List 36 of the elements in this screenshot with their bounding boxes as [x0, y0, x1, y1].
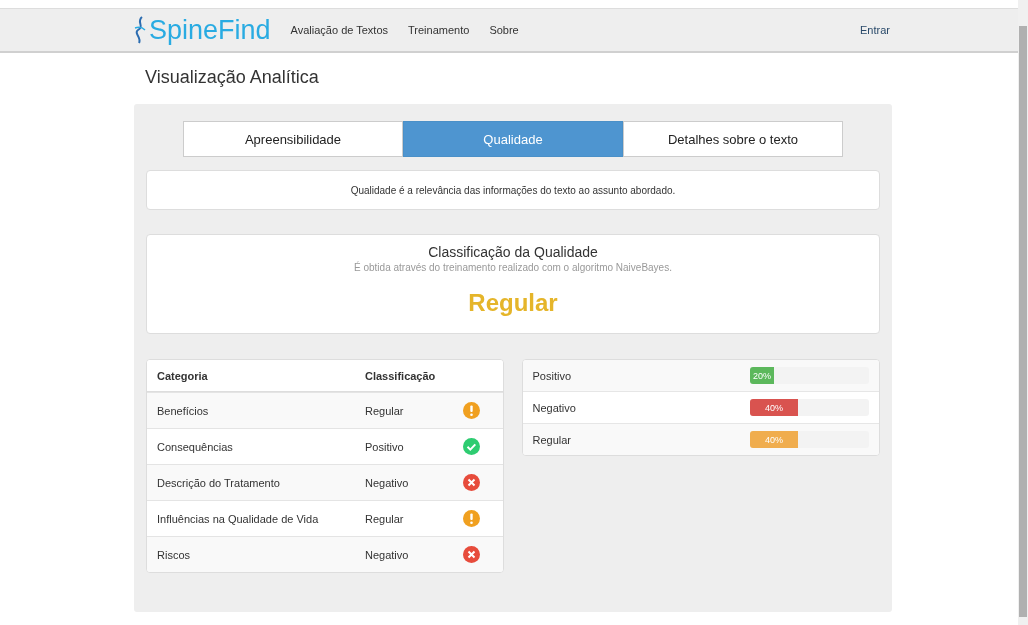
classification-title: Classificação da Qualidade: [428, 244, 598, 260]
table-cell-text: Influências na Qualidade de Vida: [157, 512, 320, 525]
spine-icon: [133, 16, 147, 44]
scrollbar[interactable]: [1018, 0, 1028, 625]
nav-link[interactable]: Treinamento: [408, 24, 470, 36]
page-title: Visualização Analítica: [145, 67, 320, 88]
distribution-label: Regular: [532, 433, 573, 446]
table-cell-text: Regular: [365, 512, 405, 525]
table-cell-text: Positivo: [365, 440, 405, 453]
table-cell-text: Riscos: [157, 548, 191, 561]
warning-icon: [463, 510, 481, 527]
table-cell-text: Negativo: [365, 548, 410, 561]
distribution-label: Negativo: [532, 401, 577, 414]
table-cell-text: Negativo: [365, 476, 410, 489]
distribution-label: Positivo: [532, 369, 573, 382]
nav-link[interactable]: Avaliação de Textos: [290, 24, 389, 36]
column-header: Classificação: [365, 369, 437, 382]
tab[interactable]: Detalhes sobre o texto: [623, 121, 843, 157]
tab[interactable]: Apreensibilidade: [183, 121, 403, 157]
table-cell-text: Descrição do Tratamento: [157, 476, 281, 489]
progress-fill: 20%: [750, 367, 774, 384]
warning-icon: [463, 402, 481, 419]
description-text: Qualidade é a relevância das informações do texto ao assunto abordado.: [350, 184, 676, 196]
check-circle-icon: [463, 438, 481, 455]
error-icon: [463, 546, 481, 563]
progress-fill: 40%: [750, 431, 798, 448]
error-icon: [463, 474, 481, 491]
progress-fill: 40%: [750, 399, 798, 416]
classification-subtitle: É obtida através do treinamento realizado com o algoritmo NaiveBayes.: [354, 262, 672, 273]
login-link[interactable]: Entrar: [860, 24, 890, 36]
nav-link[interactable]: Sobre: [489, 24, 519, 36]
column-header: Categoria: [157, 369, 209, 382]
table-cell-text: Benefícios: [157, 404, 210, 417]
classification-result: Regular: [468, 289, 558, 317]
table-cell-text: Consequências: [157, 440, 234, 453]
table-cell-text: Regular: [365, 404, 405, 417]
